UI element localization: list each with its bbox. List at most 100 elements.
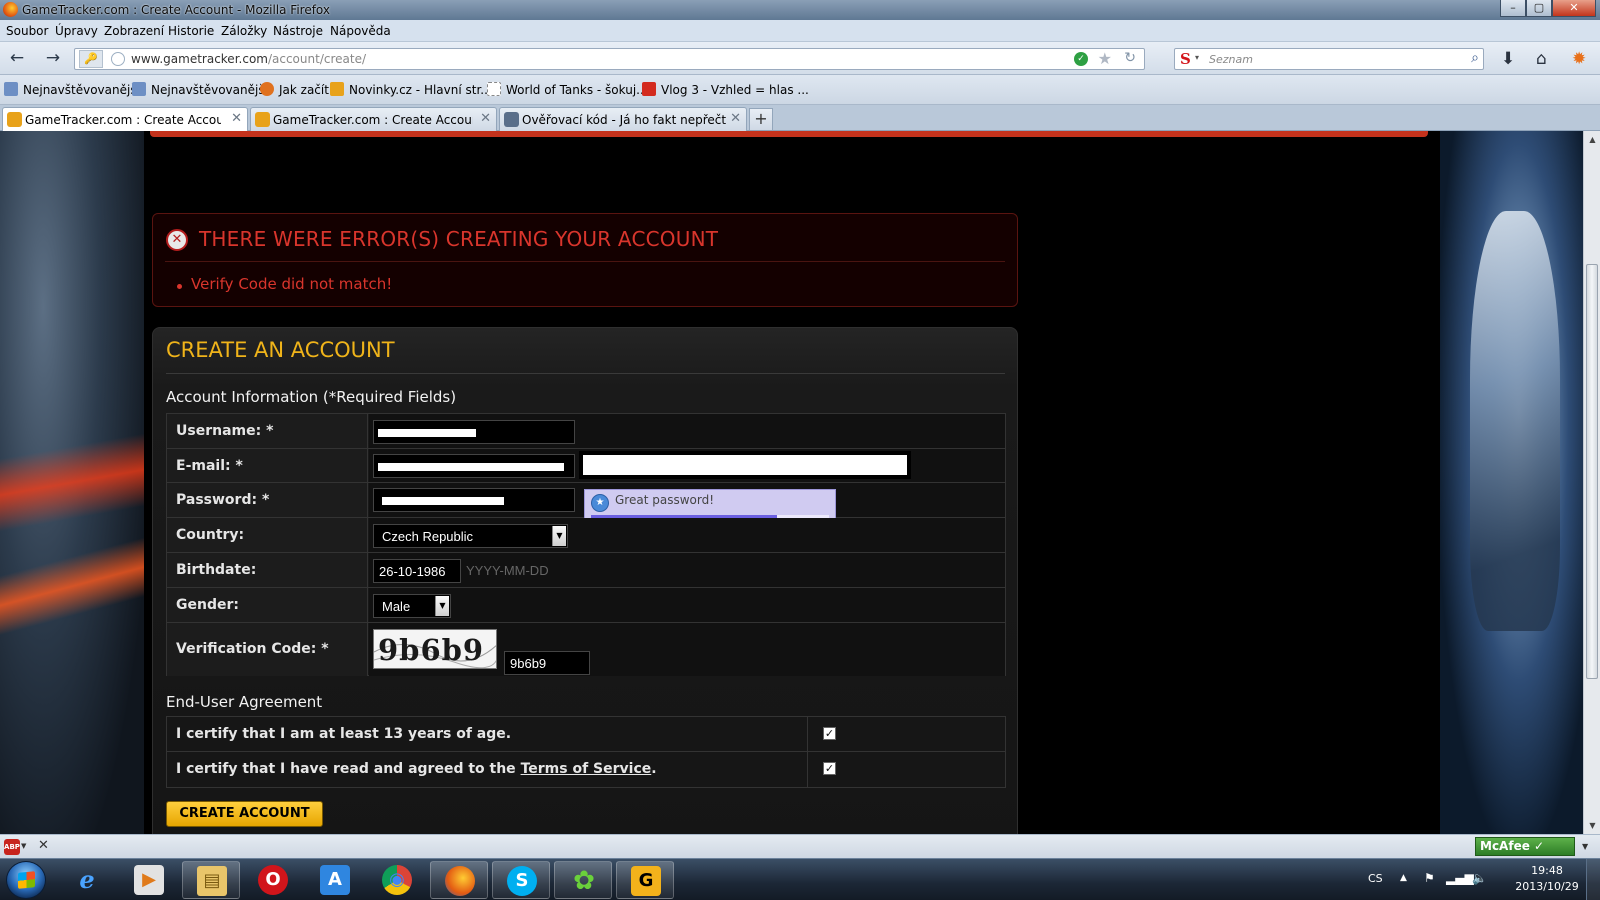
menu-item-soubor[interactable]: Soubor (6, 24, 48, 38)
email-label: E-mail: * (176, 458, 243, 474)
taskbar-firefox[interactable]: ● (430, 861, 488, 899)
scrollbar-thumb[interactable] (1586, 264, 1598, 679)
chevron-down-icon[interactable]: ▼ (552, 526, 566, 546)
bookmark-most-visited-1[interactable]: Nejnavštěvovanější (4, 82, 140, 97)
verification-code-field[interactable]: 9b6b9 (504, 651, 590, 675)
network-signal-icon[interactable]: ▂▄▆ (1446, 871, 1474, 885)
birthdate-field[interactable]: 26-10-1986 (373, 559, 461, 583)
menu-item-upravy[interactable]: Úpravy (55, 24, 98, 38)
window-title: GameTracker.com : Create Account - Mozil… (22, 3, 331, 17)
tos-checkbox[interactable]: ✓ (823, 762, 836, 775)
close-tab-icon[interactable]: ✕ (480, 111, 491, 126)
new-tab-button[interactable]: + (749, 108, 773, 130)
search-icon[interactable]: ⌕ (1471, 50, 1479, 66)
taskbar-internet-explorer[interactable]: e (58, 861, 116, 899)
username-row: Username: * (167, 414, 1005, 449)
tab-label: Ověřovací kód - Já ho fakt nepřečtu! :-/ (522, 113, 727, 127)
email-confirm-field[interactable] (579, 451, 911, 479)
volume-icon[interactable]: 🔈 (1472, 871, 1487, 885)
create-account-button[interactable]: CREATE ACCOUNT (166, 801, 323, 827)
gametracker-icon: G (631, 866, 661, 896)
bookmark-vlog[interactable]: Vlog 3 - Vzhled = hlas ... (642, 82, 809, 97)
age-agreement-label: I certify that I am at least 13 years of… (176, 726, 512, 742)
adblock-plus-icon[interactable]: ABP (4, 839, 20, 855)
bookmark-world-of-tanks[interactable]: World of Tanks - šokuj... (487, 82, 648, 97)
url-bar[interactable]: 🔑 www.gametracker.com/account/create/ ✓ … (74, 48, 1145, 70)
gender-row: Gender: Male ▼ (167, 588, 1005, 623)
age-checkbox[interactable]: ✓ (823, 727, 836, 740)
close-addon-bar-icon[interactable]: ✕ (38, 838, 49, 853)
youtube-icon (642, 82, 656, 96)
action-center-flag-icon[interactable]: ⚑ (1424, 871, 1435, 885)
download-icon[interactable]: ⬇ (1501, 49, 1515, 69)
menu-item-nastroje[interactable]: Nástroje (273, 24, 323, 38)
show-hidden-icons-icon[interactable]: ▲ (1400, 873, 1407, 883)
taskbar-gametracker[interactable]: G (616, 861, 674, 899)
start-button[interactable] (6, 861, 46, 899)
terms-of-service-link[interactable]: Terms of Service (521, 761, 652, 777)
checkmark-icon[interactable]: ✓ (1074, 52, 1088, 66)
taskbar-icq[interactable]: ✿ (554, 861, 612, 899)
taskbar-app-store[interactable]: A (306, 861, 364, 899)
close-tab-icon[interactable]: ✕ (231, 111, 242, 126)
gametracker-icon (7, 112, 22, 127)
bookmark-star-icon[interactable]: ★ (1098, 49, 1112, 68)
taskbar-skype[interactable]: S (492, 861, 550, 899)
tab-create-account-1[interactable]: GameTracker.com : Create Account ✕ (2, 107, 248, 132)
menu-item-historie[interactable]: Historie (168, 24, 214, 38)
captcha-image: 9b6b9 (373, 629, 497, 669)
taskbar-media-player[interactable]: ▶ (120, 861, 178, 899)
password-label: Password: * (176, 492, 270, 508)
menu-item-zalozky[interactable]: Záložky (221, 24, 267, 38)
country-select[interactable]: Czech Republic ▼ (373, 524, 568, 548)
bookmark-novinky[interactable]: Novinky.cz - Hlavní str... (330, 82, 492, 97)
search-bar[interactable]: S ▾ Seznam ⌕ (1174, 48, 1484, 70)
tab-create-account-2[interactable]: GameTracker.com : Create Account ✕ (250, 107, 497, 131)
username-field[interactable] (373, 420, 575, 444)
page-content: ✕ THERE WERE ERROR(S) CREATING YOUR ACCO… (0, 131, 1583, 834)
bookmark-most-visited-2[interactable]: Nejnavštěvovanější (132, 82, 268, 97)
gender-select[interactable]: Male ▼ (373, 594, 451, 618)
input-language[interactable]: CS (1368, 872, 1383, 885)
reload-icon[interactable]: ↻ (1124, 50, 1136, 66)
chevron-down-icon[interactable]: ▼ (1582, 842, 1588, 851)
menu-item-zobrazeni[interactable]: Zobrazení (104, 24, 164, 38)
url-text[interactable]: www.gametracker.com/account/create/ (131, 52, 366, 66)
seznam-icon[interactable]: S (1180, 50, 1191, 68)
chevron-down-icon[interactable]: ▼ (435, 596, 449, 616)
clock[interactable]: 19:48 2013/10/29 (1512, 863, 1582, 895)
chevron-down-icon[interactable]: ▾ (1195, 53, 1199, 62)
star-icon: ★ (591, 494, 609, 512)
maximize-button[interactable]: ▢ (1526, 0, 1552, 17)
icq-flower-icon: ✿ (573, 866, 595, 896)
search-input[interactable]: Seznam (1209, 53, 1253, 66)
password-field[interactable] (373, 488, 575, 512)
menu-item-napoveda[interactable]: Nápověda (330, 24, 391, 38)
close-window-button[interactable]: ✕ (1552, 0, 1596, 17)
clock-time: 19:48 (1531, 864, 1563, 877)
forward-button[interactable]: → (42, 48, 64, 68)
back-button[interactable]: ← (6, 48, 28, 68)
taskbar-opera[interactable]: O (244, 861, 302, 899)
home-icon[interactable]: ⌂ (1536, 49, 1547, 69)
show-desktop-button[interactable] (1586, 859, 1600, 900)
birthdate-label: Birthdate: (176, 562, 257, 578)
scroll-up-arrow-icon[interactable]: ▲ (1584, 131, 1600, 148)
close-tab-icon[interactable]: ✕ (730, 111, 741, 126)
chevron-down-icon[interactable]: ▼ (21, 842, 26, 850)
taskbar-explorer[interactable]: ▤ (182, 861, 240, 899)
scroll-down-arrow-icon[interactable]: ▼ (1584, 817, 1600, 834)
addon-fox-icon[interactable]: ✹ (1572, 49, 1586, 69)
error-title: THERE WERE ERROR(S) CREATING YOUR ACCOUN… (199, 227, 719, 251)
minimize-button[interactable]: – (1500, 0, 1526, 17)
mcafee-site-advisor[interactable]: McAfee ✓ (1475, 837, 1575, 856)
globe-icon (111, 52, 125, 66)
tab-verification-code[interactable]: Ověřovací kód - Já ho fakt nepřečtu! :-/… (499, 107, 747, 131)
taskbar-chrome[interactable]: ◉ (368, 861, 426, 899)
site-identity-icon[interactable]: 🔑 (79, 50, 103, 68)
vertical-scrollbar[interactable]: ▲ ▼ (1583, 131, 1600, 834)
blank-page-icon (487, 82, 501, 96)
email-field[interactable] (373, 454, 575, 478)
gender-label: Gender: (176, 597, 239, 613)
bookmark-getting-started[interactable]: Jak začít (260, 82, 329, 97)
